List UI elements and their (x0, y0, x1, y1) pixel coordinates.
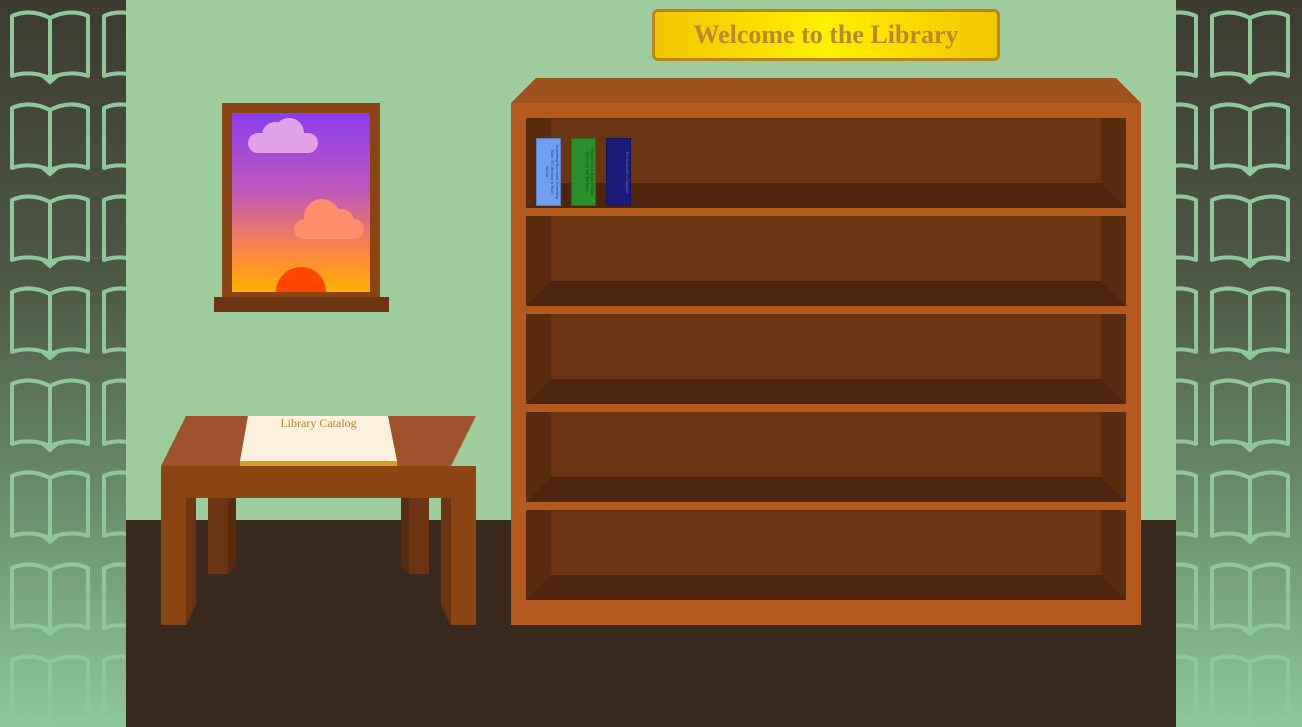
open-book-icon (1210, 378, 1290, 453)
open-book-icon (102, 562, 126, 630)
open-book-pattern (10, 10, 126, 727)
book-title: The Bookseller's Daughter (625, 150, 630, 194)
table-apron (161, 466, 476, 498)
open-book-icon (10, 10, 90, 85)
open-book-icon (10, 102, 90, 177)
open-book-icon (1210, 102, 1290, 177)
shelf (526, 216, 1126, 306)
book[interactable]: The Bookseller's Daughter (606, 138, 631, 206)
book[interactable]: Something Borrowed: Something Blue: A Co… (536, 138, 561, 206)
open-book-icon (102, 378, 126, 446)
book[interactable]: Another Green Book of Tales: The Forest … (571, 138, 596, 206)
table-leg-front-left (161, 498, 186, 625)
open-book-icon (1176, 470, 1198, 538)
open-book-icon (1210, 654, 1290, 727)
open-book-pattern (1176, 10, 1290, 727)
open-book-icon (1176, 654, 1198, 722)
book-title: Another Green Book of Tales: The Forest … (585, 147, 595, 197)
open-book-icon (1176, 102, 1198, 170)
table-leg-back-right (409, 498, 429, 574)
open-book-icon (1210, 194, 1290, 269)
open-book-icon (1176, 286, 1198, 354)
bookcase-top (511, 78, 1141, 103)
open-book-icon (10, 470, 90, 545)
open-book-icon (1210, 470, 1290, 545)
library-room: Welcome to the Library Library Catalog S… (126, 0, 1176, 727)
library-catalog[interactable]: Library Catalog (240, 416, 397, 464)
open-book-icon (102, 470, 126, 538)
open-book-icon (102, 10, 126, 78)
open-book-icon (102, 654, 126, 722)
open-book-icon (102, 194, 126, 262)
open-book-icon (10, 562, 90, 637)
right-pattern-panel (1176, 0, 1302, 727)
open-book-icon (1176, 10, 1198, 78)
shelf (526, 314, 1126, 404)
left-pattern-panel (0, 0, 126, 727)
table-leg-front-right (451, 498, 476, 625)
open-book-icon (1176, 562, 1198, 630)
open-book-icon (1210, 10, 1290, 85)
open-book-icon (1210, 562, 1290, 637)
open-book-icon (1176, 194, 1198, 262)
open-book-icon (1176, 378, 1198, 446)
open-book-icon (10, 194, 90, 269)
open-book-icon (102, 102, 126, 170)
shelf (526, 412, 1126, 502)
open-book-icon (10, 654, 90, 727)
table-leg-back-left (208, 498, 228, 574)
open-book-icon (1210, 286, 1290, 361)
open-book-icon (10, 286, 90, 361)
open-book-icon (10, 378, 90, 453)
open-book-icon (102, 286, 126, 354)
shelf (526, 510, 1126, 600)
library-catalog-label: Library Catalog (280, 416, 357, 430)
book-title: Something Borrowed: Something Blue: A Co… (545, 145, 560, 199)
